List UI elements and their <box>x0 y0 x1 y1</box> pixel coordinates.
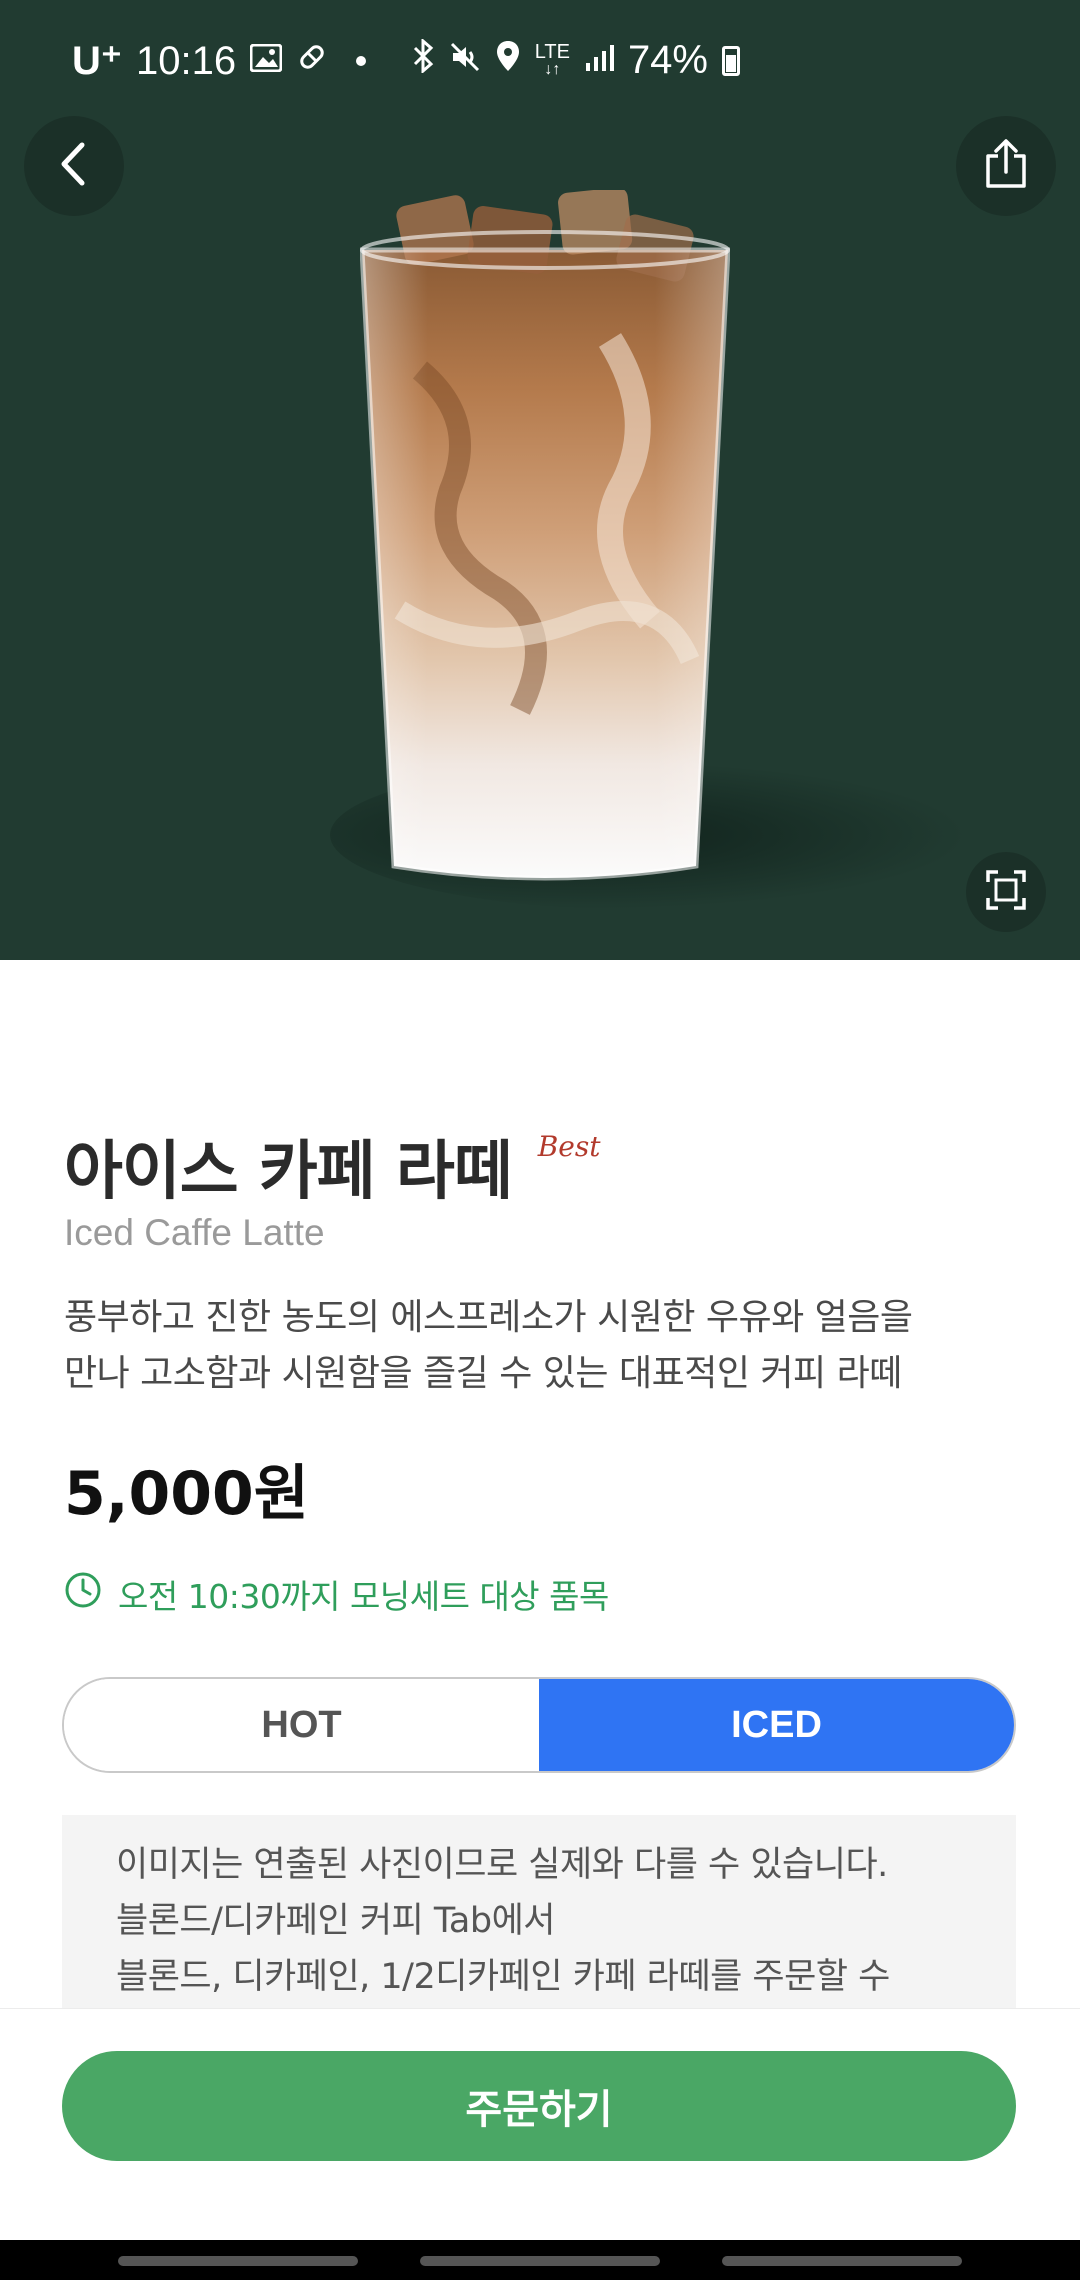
bottom-action-bar: 주문하기 <box>0 2008 1080 2240</box>
iced-latte-image <box>360 190 730 881</box>
lte-label: LTE <box>534 40 570 63</box>
nav-back[interactable] <box>722 2256 962 2266</box>
order-button[interactable]: 주문하기 <box>62 2051 1016 2161</box>
promo-text: 오전 10:30까지 모닝세트 대상 품목 <box>118 1577 609 1616</box>
fullscreen-icon <box>984 868 1028 916</box>
product-name-english: Iced Caffe Latte <box>64 1212 325 1253</box>
carrier-label: U⁺ <box>72 39 122 83</box>
hot-option-button[interactable]: HOT <box>64 1679 539 1771</box>
dot-icon <box>356 56 367 66</box>
share-icon <box>978 136 1034 196</box>
signal-icon <box>584 38 614 83</box>
status-bar: U⁺ 10:16 LTE ↓↑ 74% <box>0 0 1080 124</box>
product-name: 아이스 카페 라떼 <box>64 1135 513 1209</box>
nav-home[interactable] <box>420 2256 660 2266</box>
bluetooth-icon <box>411 37 435 83</box>
location-icon <box>495 38 521 83</box>
product-description: 풍부하고 진한 농도의 에스프레소가 시원한 우유와 얼음을 만나 고소함과 시… <box>64 1290 1024 1402</box>
fullscreen-button[interactable] <box>966 852 1046 932</box>
nav-recents[interactable] <box>118 2256 358 2266</box>
best-badge: Best <box>537 1130 601 1163</box>
mute-icon <box>449 38 481 83</box>
lte-icon: LTE ↓↑ <box>534 40 570 79</box>
product-price: 5,000원 <box>64 1459 309 1529</box>
system-navigation-bar <box>0 2240 1080 2280</box>
notice-line: 블론드, 디카페인, 1/2디카페인 카페 라떼를 주문할 수 <box>116 1957 890 1997</box>
clock-icon <box>64 1571 102 1617</box>
notice-line: 블론드/디카페인 커피 Tab에서 <box>116 1901 556 1941</box>
share-button[interactable] <box>956 116 1056 216</box>
battery-percent: 74% <box>627 38 708 82</box>
chevron-left-icon <box>54 141 94 191</box>
battery-icon <box>722 45 740 76</box>
product-detail-screen: U⁺ 10:16 LTE ↓↑ 74% 아이스 카페 라떼 Best Iced … <box>0 0 1080 2280</box>
clock: 10:16 <box>136 38 237 83</box>
pill-icon <box>296 41 328 82</box>
status-left: U⁺ 10:16 <box>72 38 367 84</box>
title-row: 아이스 카페 라떼 Best <box>64 1120 601 1212</box>
notice-line: 이미지는 연출된 사진이므로 실제와 다를 수 있습니다. <box>116 1845 888 1885</box>
product-hero: U⁺ 10:16 LTE ↓↑ 74% <box>0 0 1080 960</box>
product-info: 아이스 카페 라떼 Best Iced Caffe Latte 풍부하고 진한 … <box>0 960 1080 2060</box>
description-line: 풍부하고 진한 농도의 에스프레소가 시원한 우유와 얼음을 <box>64 1297 913 1338</box>
back-button[interactable] <box>24 116 124 216</box>
status-right: LTE ↓↑ 74% <box>411 37 740 83</box>
iced-option-button[interactable]: ICED <box>539 1679 1014 1771</box>
description-line: 만나 고소함과 시원함을 즐길 수 있는 대표적인 커피 라떼 <box>64 1353 902 1394</box>
temperature-toggle: HOT ICED <box>62 1677 1016 1773</box>
morning-set-notice: 오전 10:30까지 모닝세트 대상 품목 <box>64 1570 609 1618</box>
gallery-icon <box>249 42 283 81</box>
data-arrows: ↓↑ <box>544 60 561 78</box>
